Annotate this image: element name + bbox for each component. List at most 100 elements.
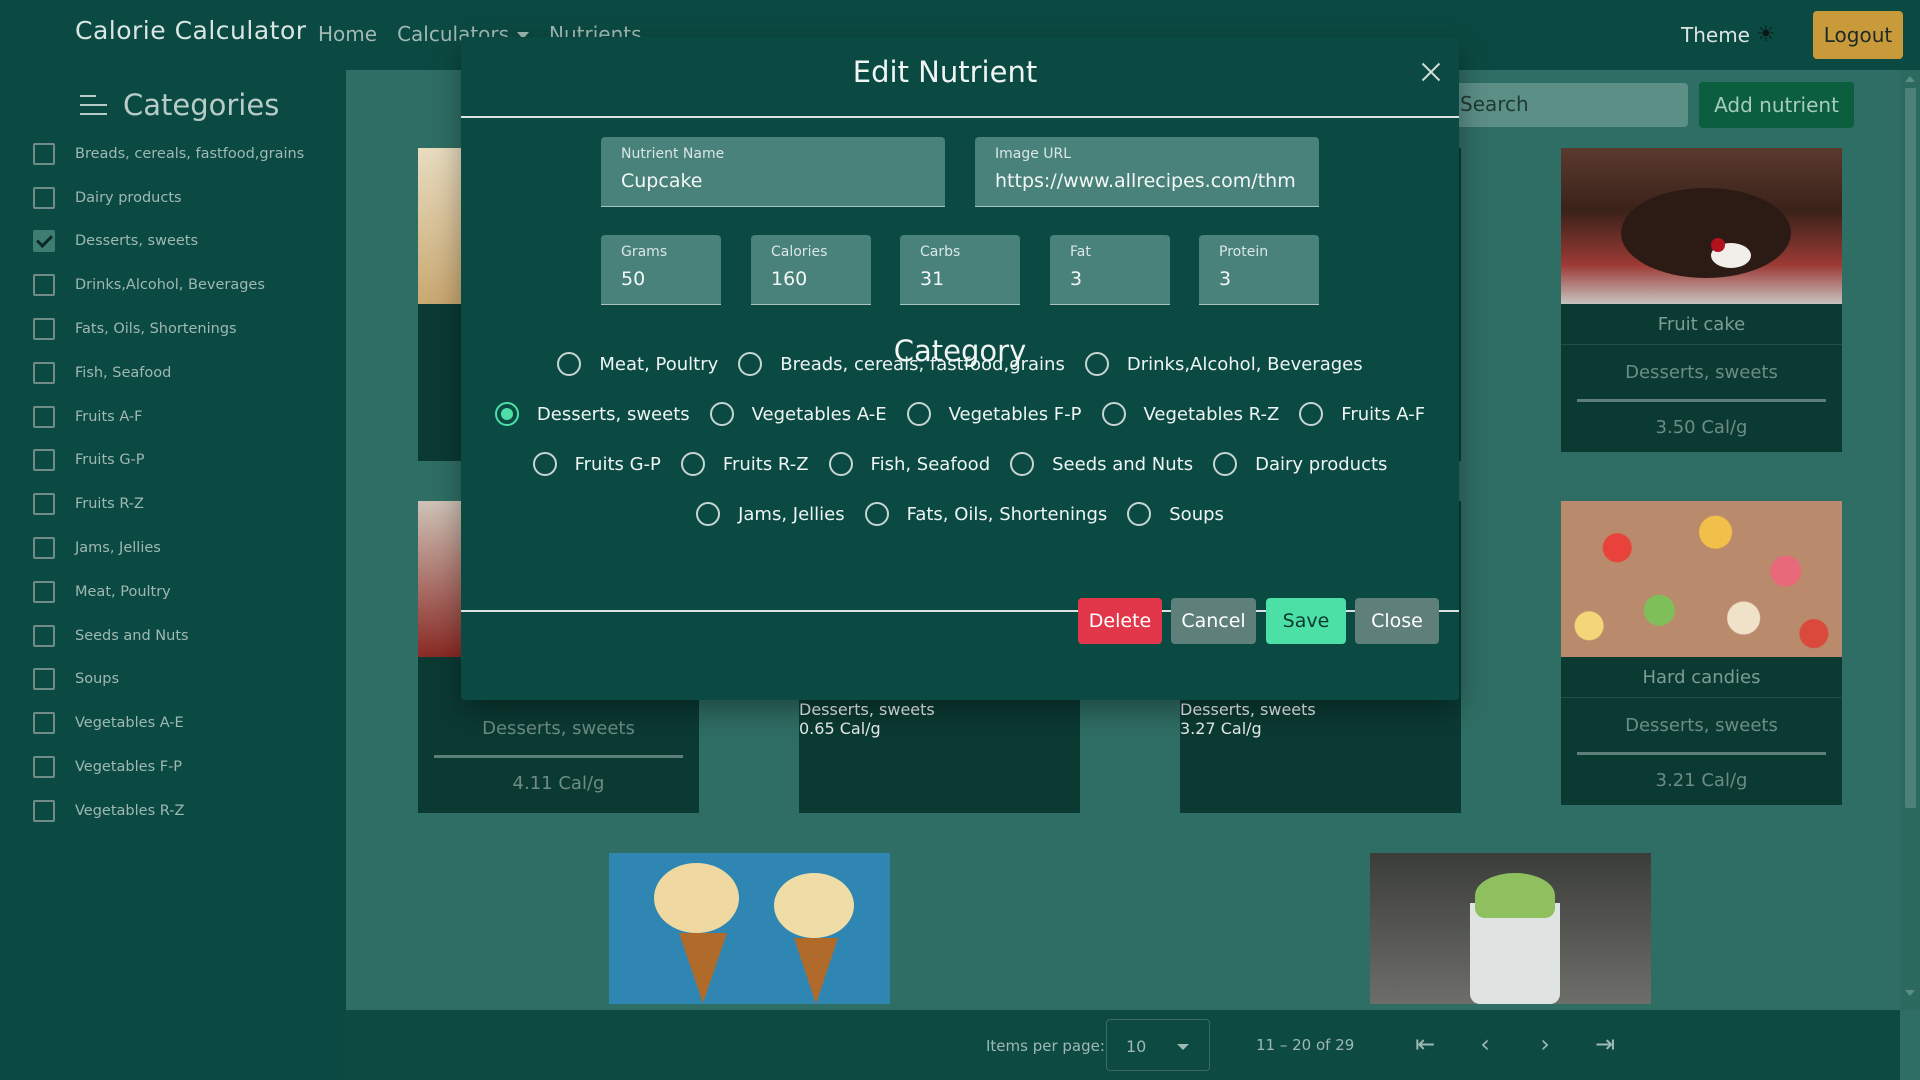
category-radio-option[interactable]: Breads, cereals, fastfood,grains — [738, 352, 1065, 376]
next-page-icon[interactable]: › — [1530, 1029, 1560, 1059]
radio-circle[interactable] — [1213, 452, 1238, 476]
category-checkbox[interactable] — [33, 230, 55, 253]
radio-circle[interactable] — [828, 452, 853, 476]
category-filter-item[interactable]: Fruits A-F — [33, 395, 304, 439]
category-radio-option[interactable]: Drinks,Alcohol, Beverages — [1084, 352, 1363, 376]
category-radio-option[interactable]: Fish, Seafood — [828, 452, 990, 476]
category-checkbox[interactable] — [33, 537, 55, 560]
radio-circle[interactable] — [1101, 402, 1126, 426]
radio-circle[interactable] — [532, 452, 557, 476]
category-checkbox[interactable] — [33, 405, 55, 428]
theme-toggle[interactable]: Theme ☀ — [1681, 22, 1776, 47]
category-checkbox[interactable] — [33, 668, 55, 691]
app-title[interactable]: Calorie Calculator — [75, 16, 307, 45]
nutrient-name-field[interactable]: Nutrient Name Cupcake — [601, 137, 945, 207]
radio-label: Meat, Poultry — [599, 353, 719, 375]
category-filter-item[interactable]: Soups — [33, 658, 304, 702]
radio-circle[interactable] — [738, 352, 763, 376]
category-radio-option[interactable]: Soups — [1127, 502, 1224, 526]
nutrient-card[interactable] — [609, 853, 890, 1004]
radio-circle[interactable] — [864, 502, 889, 526]
category-filter-item[interactable]: Breads, cereals, fastfood,grains — [33, 132, 304, 176]
category-filter-item[interactable]: Vegetables F-P — [33, 745, 304, 789]
radio-circle[interactable] — [1127, 502, 1152, 526]
scroll-thumb[interactable] — [1905, 88, 1916, 808]
close-icon[interactable] — [1415, 57, 1447, 89]
radio-label: Breads, cereals, fastfood,grains — [780, 353, 1065, 375]
fat-field[interactable]: Fat 3 — [1050, 235, 1170, 305]
category-filter-item[interactable]: Vegetables R-Z — [33, 789, 304, 833]
items-per-page-select[interactable]: 10 — [1106, 1019, 1210, 1071]
category-filter-item[interactable]: Seeds and Nuts — [33, 614, 304, 658]
radio-circle[interactable] — [494, 402, 519, 426]
category-checkbox[interactable] — [33, 361, 55, 384]
category-filter-item[interactable]: Drinks,Alcohol, Beverages — [33, 263, 304, 307]
category-checkbox[interactable] — [33, 274, 55, 297]
nutrient-card[interactable]: Desserts, sweets 0.65 Cal/g — [799, 700, 1080, 813]
category-radio-option[interactable]: Vegetables F-P — [906, 402, 1082, 426]
grams-field[interactable]: Grams 50 — [601, 235, 721, 305]
category-filter-item[interactable]: Fruits R-Z — [33, 482, 304, 526]
radio-circle[interactable] — [709, 402, 734, 426]
category-checkbox[interactable] — [33, 186, 55, 209]
search-input[interactable]: Search — [1450, 83, 1688, 127]
radio-circle[interactable] — [906, 402, 931, 426]
category-radio-option[interactable]: Fats, Oils, Shortenings — [864, 502, 1107, 526]
radio-circle[interactable] — [557, 352, 582, 376]
category-checkbox[interactable] — [33, 799, 55, 822]
category-filter-item[interactable]: Desserts, sweets — [33, 220, 304, 264]
category-checkbox[interactable] — [33, 580, 55, 603]
delete-button[interactable]: Delete — [1078, 598, 1162, 644]
nav-home[interactable]: Home — [318, 22, 377, 46]
nutrient-card[interactable] — [1370, 853, 1651, 1004]
nutrient-card[interactable]: Fruit cake Desserts, sweets 3.50 Cal/g — [1561, 148, 1842, 452]
category-filter-item[interactable]: Fats, Oils, Shortenings — [33, 307, 304, 351]
category-radio-option[interactable]: Fruits R-Z — [680, 452, 809, 476]
radio-circle[interactable] — [680, 452, 705, 476]
category-filter-item[interactable]: Vegetables A-E — [33, 701, 304, 745]
categories-header: Categories — [80, 88, 279, 122]
scroll-down-icon[interactable] — [1905, 990, 1915, 996]
category-filter-item[interactable]: Meat, Poultry — [33, 570, 304, 614]
category-radio-option[interactable]: Fruits G-P — [532, 452, 661, 476]
calories-field[interactable]: Calories 160 — [751, 235, 871, 305]
nutrient-card[interactable]: Hard candies Desserts, sweets 3.21 Cal/g — [1561, 501, 1842, 805]
category-radio-option[interactable]: Jams, Jellies — [696, 502, 845, 526]
radio-circle[interactable] — [1299, 402, 1324, 426]
category-checkbox[interactable] — [33, 756, 55, 779]
radio-circle[interactable] — [696, 502, 721, 526]
scroll-up-icon[interactable] — [1905, 76, 1915, 82]
category-filter-item[interactable]: Fruits G-P — [33, 439, 304, 483]
category-radio-option[interactable]: Vegetables R-Z — [1101, 402, 1279, 426]
category-checkbox[interactable] — [33, 142, 55, 165]
category-checkbox[interactable] — [33, 449, 55, 472]
carbs-field[interactable]: Carbs 31 — [900, 235, 1020, 305]
category-checkbox[interactable] — [33, 712, 55, 735]
category-filter-item[interactable]: Fish, Seafood — [33, 351, 304, 395]
cancel-button[interactable]: Cancel — [1171, 598, 1256, 644]
scrollbar[interactable] — [1900, 70, 1920, 1010]
menu-icon[interactable] — [80, 95, 107, 115]
category-checkbox[interactable] — [33, 318, 55, 341]
logout-button[interactable]: Logout — [1813, 11, 1903, 59]
close-button[interactable]: Close — [1355, 598, 1439, 644]
category-radio-option[interactable]: Meat, Poultry — [557, 352, 718, 376]
category-filter-item[interactable]: Dairy products — [33, 176, 304, 220]
first-page-icon[interactable]: ⇤ — [1410, 1029, 1440, 1059]
add-nutrient-button[interactable]: Add nutrient — [1699, 82, 1854, 128]
category-checkbox[interactable] — [33, 624, 55, 647]
image-url-field[interactable]: Image URL https://www.allrecipes.com/thm — [975, 137, 1319, 207]
category-radio-option[interactable]: Desserts, sweets — [494, 402, 690, 426]
category-radio-option[interactable]: Seeds and Nuts — [1010, 452, 1193, 476]
radio-circle[interactable] — [1084, 352, 1109, 376]
category-filter-item[interactable]: Jams, Jellies — [33, 526, 304, 570]
category-radio-option[interactable]: Dairy products — [1213, 452, 1387, 476]
category-radio-option[interactable]: Fruits A-F — [1299, 402, 1425, 426]
previous-page-icon[interactable]: ‹ — [1470, 1029, 1500, 1059]
category-radio-option[interactable]: Vegetables A-E — [709, 402, 887, 426]
protein-field[interactable]: Protein 3 — [1199, 235, 1319, 305]
radio-circle[interactable] — [1010, 452, 1035, 476]
last-page-icon[interactable]: ⇥ — [1590, 1029, 1620, 1059]
save-button[interactable]: Save — [1266, 598, 1346, 644]
category-checkbox[interactable] — [33, 493, 55, 516]
